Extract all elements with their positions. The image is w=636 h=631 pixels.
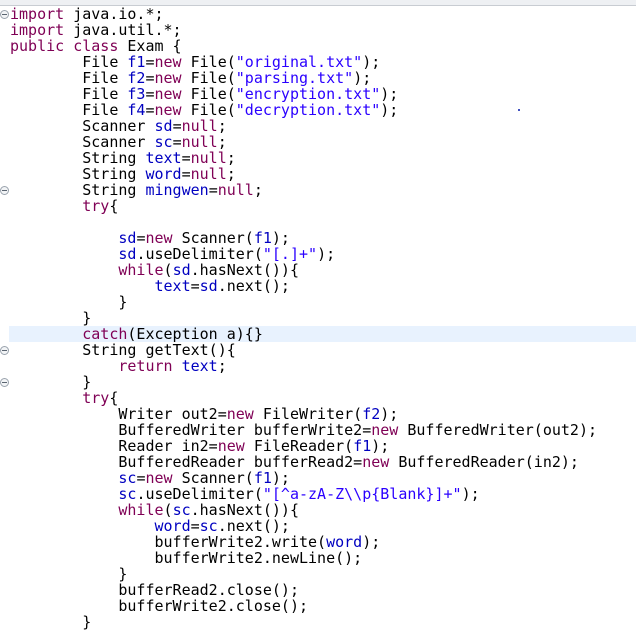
code-line[interactable]: } xyxy=(10,566,127,582)
code-line[interactable]: while(sd.hasNext()){ xyxy=(10,262,299,278)
code-line[interactable]: } xyxy=(10,294,127,310)
code-line[interactable]: Writer out2=new FileWriter(f2); xyxy=(10,406,398,422)
code-text: = xyxy=(208,181,218,199)
field: text xyxy=(181,357,218,375)
code-text: .next(); xyxy=(217,277,290,295)
code-text: { xyxy=(109,197,119,215)
field: mingwen xyxy=(145,181,209,199)
keyword: null xyxy=(217,181,254,199)
code-line[interactable]: try{ xyxy=(10,390,118,406)
code-text: } xyxy=(10,613,92,631)
code-line[interactable]: } xyxy=(10,310,91,326)
string-literal: "decryption.txt" xyxy=(235,101,381,119)
code-line[interactable]: return text; xyxy=(10,357,227,375)
fold-collapse-icon[interactable] xyxy=(0,346,9,355)
field: text xyxy=(154,277,191,295)
code-line[interactable]: text=sd.next(); xyxy=(10,278,290,294)
fold-collapse-icon[interactable] xyxy=(0,186,9,195)
code-line[interactable]: bufferWrite2.close(); xyxy=(10,598,308,614)
keyword: try xyxy=(82,197,110,215)
marker-dot xyxy=(518,109,520,111)
code-text: ); xyxy=(362,533,381,551)
code-line[interactable]: bufferWrite2.write(word); xyxy=(10,534,380,550)
code-text: ); xyxy=(461,485,480,503)
code-editor[interactable]: import java.io.*; import java.util.*; publ… xyxy=(0,6,636,630)
code-line[interactable]: catch(Exception a){} xyxy=(10,326,263,342)
code-line[interactable]: String word=null; xyxy=(10,166,236,182)
field: sd xyxy=(199,277,218,295)
code-line[interactable]: Scanner sd=null; xyxy=(10,118,227,134)
code-line[interactable]: word=sc.next(); xyxy=(10,518,290,534)
code-line[interactable]: bufferWrite2.newLine(); xyxy=(10,550,362,566)
code-line[interactable]: Scanner sc=null; xyxy=(10,134,227,150)
code-line[interactable]: } xyxy=(10,614,91,630)
code-text: ; xyxy=(253,181,263,199)
code-line[interactable]: String getText(){ xyxy=(10,342,236,358)
keyword: new xyxy=(362,453,390,471)
code-text: BufferedWriter(out2); xyxy=(398,421,598,439)
code-line[interactable]: while(sc.hasNext()){ xyxy=(10,502,299,518)
code-line[interactable]: sd.useDelimiter("[.]+"); xyxy=(10,246,335,262)
fold-collapse-icon[interactable] xyxy=(0,10,9,19)
code-text: = xyxy=(190,277,200,295)
code-line[interactable]: sc.useDelimiter("[^a-zA-Z\\p{Blank}]+"); xyxy=(10,485,480,503)
code-line[interactable]: File f2=new File("parsing.txt"); xyxy=(10,70,371,86)
code-line[interactable]: String text=null; xyxy=(10,150,236,166)
code-line[interactable]: } xyxy=(10,374,91,390)
code-line[interactable]: File f3=new File("encryption.txt"); xyxy=(10,86,398,102)
code-text: ); xyxy=(317,245,336,263)
code-text: BufferedReader(in2); xyxy=(389,453,579,471)
code-line[interactable]: import java.util.*; xyxy=(10,22,182,38)
code-text: ; xyxy=(217,357,227,375)
code-line[interactable]: Reader in2=new FileReader(f1); xyxy=(10,438,389,454)
code-line[interactable]: public class Exam { xyxy=(10,38,182,54)
code-line[interactable]: String mingwen=null; xyxy=(10,182,263,198)
code-line[interactable]: sc=new Scanner(f1); xyxy=(10,470,290,486)
code-text: ); xyxy=(380,101,399,119)
code-line[interactable]: try{ xyxy=(10,198,118,214)
code-line[interactable]: File f4=new File("decryption.txt"); xyxy=(10,102,398,118)
code-line[interactable]: import java.io.*; xyxy=(10,6,164,22)
code-line[interactable]: BufferedWriter bufferWrite2=new Buffered… xyxy=(10,422,597,438)
code-line[interactable]: sd=new Scanner(f1); xyxy=(10,230,290,246)
code-line[interactable]: File f1=new File("original.txt"); xyxy=(10,54,380,70)
keyword: return xyxy=(118,357,173,375)
code-line[interactable]: bufferRead2.close(); xyxy=(10,582,299,598)
code-line[interactable]: BufferedReader bufferRead2=new BufferedR… xyxy=(10,454,579,470)
fold-collapse-icon[interactable] xyxy=(0,378,9,387)
